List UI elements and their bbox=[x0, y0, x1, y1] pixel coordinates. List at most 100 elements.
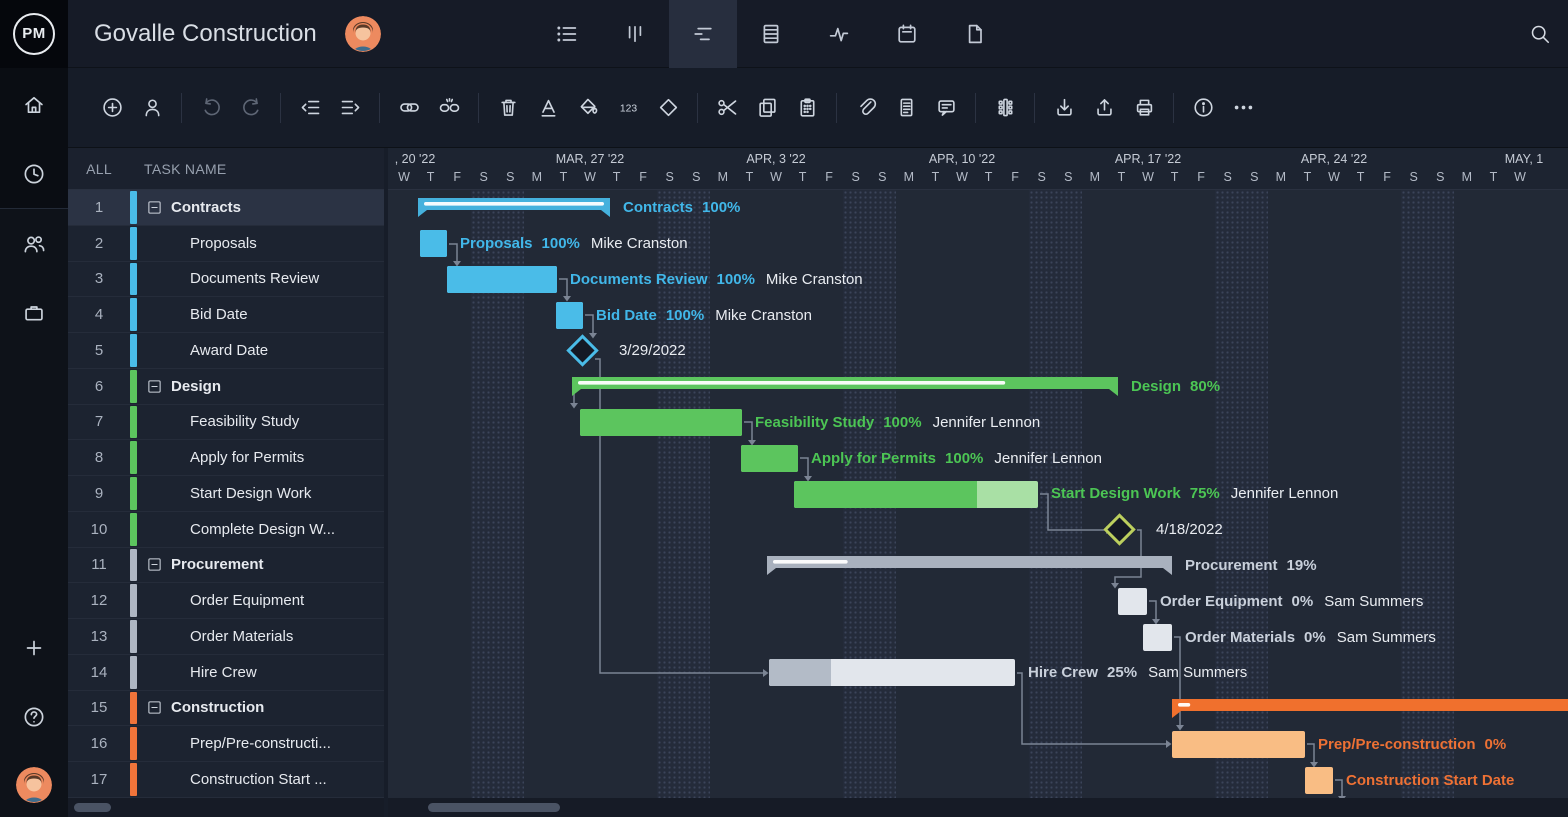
board-view-tab[interactable] bbox=[601, 0, 669, 68]
task-row-12[interactable]: 12 Order Equipment bbox=[68, 583, 384, 619]
task-bar[interactable] bbox=[580, 409, 742, 437]
day-letter: M bbox=[1089, 170, 1101, 184]
collapse-icon[interactable] bbox=[147, 200, 162, 215]
task-row-10[interactable]: 10 Complete Design W... bbox=[68, 511, 384, 548]
task-bar-label: Order Equipment 0% Sam Summers bbox=[1160, 592, 1424, 610]
task-row-number: 7 bbox=[94, 413, 104, 431]
home-button[interactable] bbox=[0, 70, 68, 139]
task-color-strip bbox=[130, 441, 137, 474]
task-bar-label: Contracts 100% bbox=[623, 199, 741, 217]
redo-button[interactable] bbox=[231, 86, 271, 130]
fill-color-button[interactable] bbox=[568, 86, 608, 130]
user-avatar[interactable] bbox=[16, 767, 52, 803]
gantt-hscrollbar[interactable] bbox=[388, 798, 1568, 817]
page-view-tab[interactable] bbox=[941, 0, 1009, 68]
week-label: MAY, 1 bbox=[1504, 152, 1544, 166]
more-button[interactable] bbox=[1223, 86, 1263, 130]
task-bar[interactable] bbox=[1118, 587, 1147, 615]
print-button[interactable] bbox=[1124, 86, 1164, 130]
task-bar[interactable] bbox=[1172, 730, 1305, 758]
sheet-view-tab[interactable] bbox=[737, 0, 805, 68]
task-list-hscrollbar-thumb[interactable] bbox=[74, 803, 111, 812]
day-letter: T bbox=[984, 170, 993, 184]
help-button[interactable] bbox=[0, 682, 68, 751]
filter-all-button[interactable]: ALL bbox=[68, 161, 130, 177]
portfolio-button[interactable] bbox=[0, 278, 68, 347]
attachment-button[interactable] bbox=[846, 86, 886, 130]
columns-button[interactable] bbox=[985, 86, 1025, 130]
import-button[interactable] bbox=[1044, 86, 1084, 130]
font-color-button[interactable] bbox=[528, 86, 568, 130]
export-button[interactable] bbox=[1084, 86, 1124, 130]
task-row-17[interactable]: 17 Construction Start ... bbox=[68, 762, 384, 798]
undo-button[interactable] bbox=[191, 86, 231, 130]
day-letter: W bbox=[1514, 170, 1526, 184]
task-row-5[interactable]: 5 Award Date bbox=[68, 333, 384, 369]
day-letter: M bbox=[903, 170, 915, 184]
task-bar[interactable] bbox=[1305, 766, 1333, 794]
copy-button[interactable] bbox=[747, 86, 787, 130]
task-row-7[interactable]: 7 Feasibility Study bbox=[68, 404, 384, 441]
task-bar[interactable] bbox=[769, 659, 1015, 687]
collapse-icon[interactable] bbox=[147, 379, 162, 394]
day-letter: W bbox=[1142, 170, 1154, 184]
comment-button[interactable] bbox=[926, 86, 966, 130]
task-bar[interactable] bbox=[794, 480, 1038, 508]
collapse-icon[interactable] bbox=[147, 700, 162, 715]
search-button[interactable] bbox=[1512, 0, 1568, 68]
number-format-button[interactable]: 123 bbox=[608, 86, 648, 130]
day-letter: S bbox=[1064, 170, 1073, 184]
delete-button[interactable] bbox=[488, 86, 528, 130]
task-row-16[interactable]: 16 Prep/Pre-constructi... bbox=[68, 726, 384, 762]
summary-bar[interactable] bbox=[767, 555, 1172, 581]
gantt-hscrollbar-thumb[interactable] bbox=[428, 803, 560, 812]
task-row-15[interactable]: 15 Construction bbox=[68, 690, 384, 727]
recent-button[interactable] bbox=[0, 139, 68, 208]
task-row-6[interactable]: 6 Design bbox=[68, 368, 384, 405]
unlink-tasks-button[interactable] bbox=[429, 86, 469, 130]
summary-bar[interactable] bbox=[418, 198, 610, 223]
task-list-hscrollbar[interactable] bbox=[68, 798, 384, 817]
paste-button[interactable] bbox=[787, 86, 827, 130]
task-color-strip bbox=[130, 369, 137, 403]
indent-button[interactable] bbox=[330, 86, 370, 130]
project-owner-avatar[interactable] bbox=[344, 15, 381, 52]
task-row-2[interactable]: 2 Proposals bbox=[68, 225, 384, 262]
day-letter: T bbox=[1489, 170, 1498, 184]
task-bar-label: Procurement 19% bbox=[1185, 557, 1317, 574]
task-name: Award Date bbox=[190, 341, 269, 359]
task-row-11[interactable]: 11 Procurement bbox=[68, 547, 384, 584]
summary-bar[interactable] bbox=[1172, 698, 1568, 724]
task-bar[interactable] bbox=[556, 301, 583, 329]
info-button[interactable] bbox=[1183, 86, 1223, 130]
notes-button[interactable] bbox=[886, 86, 926, 130]
outdent-button[interactable] bbox=[290, 86, 330, 130]
cut-button[interactable] bbox=[707, 86, 747, 130]
gantt-timeline-header: , 20 '22 MAR, 27 '22 APR, 3 '22 APR, 10 '22… bbox=[388, 148, 1568, 190]
summary-bar[interactable] bbox=[572, 376, 1118, 402]
task-bar[interactable] bbox=[741, 444, 798, 472]
team-button[interactable] bbox=[0, 209, 68, 278]
task-row-1[interactable]: 1 Contracts bbox=[68, 190, 384, 226]
task-bar[interactable] bbox=[420, 230, 447, 258]
task-row-14[interactable]: 14 Hire Crew bbox=[68, 654, 384, 691]
milestone-button[interactable] bbox=[648, 86, 688, 130]
list-view-tab[interactable] bbox=[533, 0, 601, 68]
collapse-icon[interactable] bbox=[147, 557, 162, 572]
link-tasks-button[interactable] bbox=[389, 86, 429, 130]
add-new-button[interactable] bbox=[0, 613, 68, 682]
task-color-strip bbox=[130, 262, 137, 296]
add-task-button[interactable] bbox=[92, 86, 132, 130]
app-logo[interactable]: PM bbox=[0, 0, 68, 68]
task-row-8[interactable]: 8 Apply for Permits bbox=[68, 440, 384, 476]
task-bar[interactable] bbox=[1143, 623, 1172, 651]
task-bar[interactable] bbox=[447, 266, 557, 294]
assign-user-button[interactable] bbox=[132, 86, 172, 130]
calendar-view-tab[interactable] bbox=[873, 0, 941, 68]
task-row-9[interactable]: 9 Start Design Work bbox=[68, 476, 384, 512]
task-row-4[interactable]: 4 Bid Date bbox=[68, 297, 384, 333]
task-row-3[interactable]: 3 Documents Review bbox=[68, 261, 384, 298]
task-row-13[interactable]: 13 Order Materials bbox=[68, 619, 384, 655]
activity-view-tab[interactable] bbox=[805, 0, 873, 68]
gantt-view-tab[interactable] bbox=[668, 0, 737, 68]
